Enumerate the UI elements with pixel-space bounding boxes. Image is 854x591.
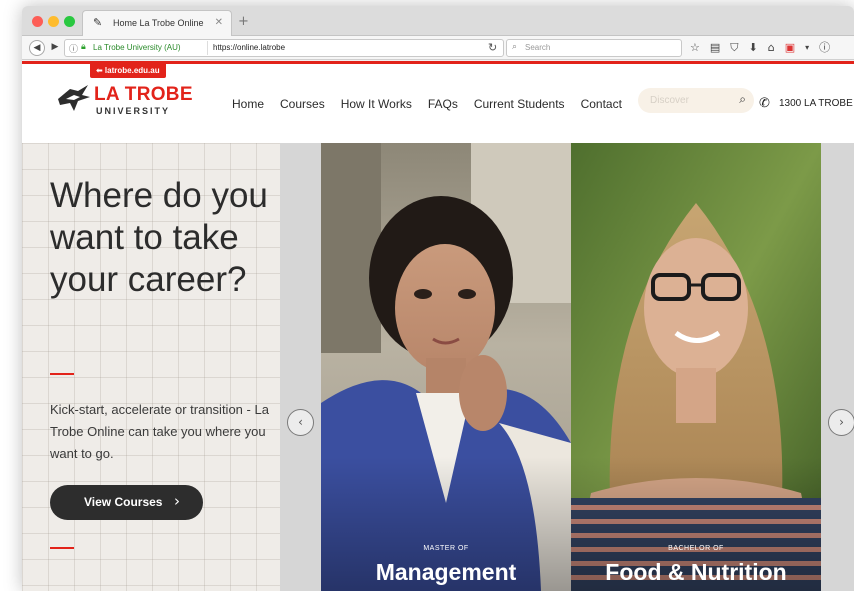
parent-site-link[interactable]: ⬅ latrobe.edu.au (90, 64, 166, 78)
hero-description: Kick-start, accelerate or transition - L… (50, 402, 269, 461)
logo-emblem-icon (58, 85, 90, 111)
browser-search-placeholder: Search (525, 43, 551, 52)
red-divider (50, 547, 74, 549)
main-nav: Home Courses How It Works FAQs Current S… (232, 97, 638, 111)
pocket-icon[interactable]: ⛉ (730, 40, 738, 56)
nav-courses[interactable]: Courses (280, 97, 325, 111)
menu-chevron-icon[interactable]: ▾ (805, 40, 809, 56)
info-circle-icon[interactable]: ⓘ (819, 40, 830, 56)
bookmark-star-icon[interactable]: ☆ (690, 40, 700, 56)
browser-search-input[interactable]: ⌕ Search (506, 39, 682, 57)
phone-icon[interactable]: ✆ (759, 96, 770, 111)
chevron-right-icon: › (174, 492, 180, 510)
carousel-prev-button[interactable]: ‹ (287, 409, 314, 436)
logo-subtitle: UNIVERSITY (96, 106, 171, 116)
info-icon[interactable]: ⓘ (69, 42, 78, 55)
back-icon[interactable]: ◀ (29, 40, 45, 56)
view-courses-button[interactable]: View Courses › (50, 485, 203, 520)
nav-faqs[interactable]: FAQs (428, 97, 458, 111)
search-icon[interactable]: ⌕ (739, 92, 746, 107)
home-icon[interactable]: ⌂ (768, 40, 775, 56)
browser-tab[interactable]: ✎ Home La Trobe Online ✕ (82, 10, 232, 36)
view-courses-label: View Courses (84, 495, 163, 509)
maximize-window-button[interactable] (64, 16, 75, 27)
carousel-gutter-right (821, 143, 854, 591)
nav-how-it-works[interactable]: How It Works (341, 97, 412, 111)
tab-title: Home La Trobe Online (113, 18, 204, 28)
browser-toolbar: ◀ ▶ ⓘ 🔒︎ La Trobe University (AU) https:… (22, 36, 854, 60)
url-text[interactable]: https://online.latrobe (213, 43, 285, 52)
course-card-food-nutrition[interactable]: BACHELOR OF Food & Nutrition (571, 143, 821, 591)
tab-strip: ✎ Home La Trobe Online ✕ + (22, 6, 854, 36)
extension-icon[interactable]: ▣ (785, 40, 795, 56)
hero-section: Where do you want to take your career? K… (22, 143, 854, 591)
hero-title: Where do you want to take your career? (50, 176, 268, 299)
course-card-management[interactable]: MASTER OF Management (321, 143, 571, 591)
site-logo[interactable]: LA TROBE UNIVERSITY (56, 81, 196, 121)
nav-home[interactable]: Home (232, 97, 264, 111)
minimize-window-button[interactable] (48, 16, 59, 27)
download-icon[interactable]: ⬇ (749, 40, 758, 56)
chevron-left-icon: ‹ (298, 415, 303, 429)
phone-number[interactable]: 1300 LA TROBE (779, 98, 853, 109)
reading-list-icon[interactable]: ▤ (710, 40, 720, 56)
web-page: ⬅ latrobe.edu.au LA TROBE UNIVERSITY Hom… (22, 61, 854, 591)
forward-icon[interactable]: ▶ (47, 40, 63, 56)
red-divider (50, 373, 74, 375)
logo-name: LA TROBE (94, 84, 193, 105)
new-tab-icon[interactable]: + (238, 14, 249, 29)
portrait-image-management (321, 143, 571, 591)
course-level: BACHELOR OF (668, 545, 724, 552)
search-icon: ⌕ (512, 42, 518, 52)
carousel-next-button[interactable]: › (828, 409, 854, 436)
course-level: MASTER OF (423, 545, 469, 552)
toolbar-icons: ☆ ▤ ⛉ ⬇ ⌂ ▣ ▾ ⓘ (690, 40, 830, 56)
course-name: Food & Nutrition (605, 559, 787, 585)
site-search-placeholder: Discover (650, 95, 689, 106)
tab-close-icon[interactable]: ✕ (215, 17, 223, 28)
site-search-input[interactable]: Discover ⌕ (638, 88, 754, 113)
lock-icon: 🔒︎ (81, 42, 86, 52)
close-window-button[interactable] (32, 16, 43, 27)
nav-current-students[interactable]: Current Students (474, 97, 565, 111)
carousel-gutter-left (280, 143, 321, 591)
course-name: Management (375, 559, 517, 585)
chevron-right-icon: › (839, 415, 844, 429)
url-separator (207, 41, 208, 55)
address-bar[interactable]: ⓘ 🔒︎ La Trobe University (AU) https://on… (64, 39, 504, 57)
hero-text-panel: Where do you want to take your career? K… (22, 143, 280, 591)
portrait-image-food-nutrition (571, 143, 821, 591)
browser-window: ✎ Home La Trobe Online ✕ + ◀ ▶ ⓘ 🔒︎ La T… (22, 6, 854, 591)
nav-contact[interactable]: Contact (581, 97, 622, 111)
reload-icon[interactable]: ↻ (488, 41, 497, 54)
site-identity[interactable]: La Trobe University (AU) (93, 43, 181, 52)
favicon-icon: ✎ (93, 16, 103, 29)
